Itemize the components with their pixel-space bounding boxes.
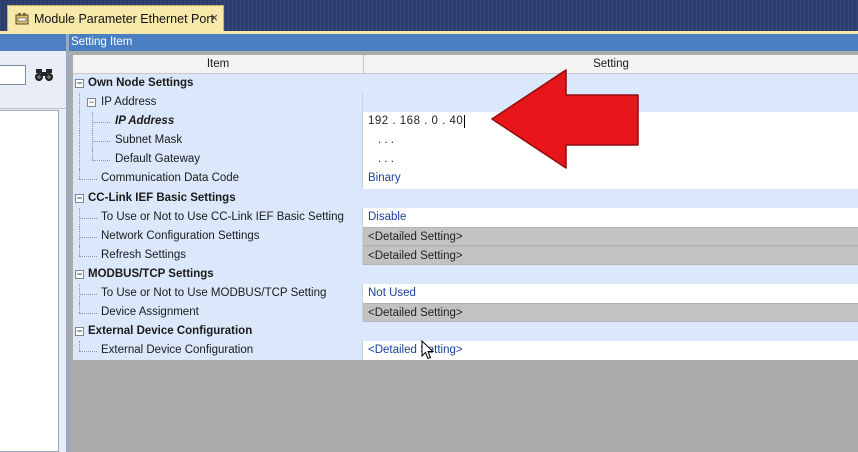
param-label: To Use or Not to Use MODBUS/TCP Setting (101, 287, 327, 300)
param-label: Refresh Settings (101, 248, 187, 261)
document-tab[interactable]: Module Parameter Ethernet Port × (7, 5, 224, 31)
param-row-ip-address[interactable]: IP Address 192 . 168 . 0 . 40 (73, 112, 858, 132)
search-input[interactable] (0, 65, 26, 85)
left-panel-header (0, 34, 66, 51)
communication-data-code-select[interactable]: Binary (363, 169, 858, 189)
param-label: Network Configuration Settings (101, 229, 260, 242)
param-label: To Use or Not to Use CC-Link IEF Basic S… (101, 210, 344, 223)
column-header-row: Item Setting (73, 55, 858, 74)
param-row-communication-data-code[interactable]: Communication Data Code Binary (73, 169, 858, 189)
cc-link-use-select[interactable]: Disable (363, 207, 858, 227)
param-row-refresh-settings[interactable]: Refresh Settings <Detailed Setting> (73, 245, 858, 265)
param-row-default-gateway[interactable]: Default Gateway . . . (73, 150, 858, 170)
param-label: IP Address (115, 115, 175, 128)
category-label: CC-Link IEF Basic Settings (88, 191, 236, 204)
param-row-subnet-mask[interactable]: Subnet Mask . . . (73, 131, 858, 151)
collapse-toggle-icon[interactable]: − (87, 98, 96, 108)
text-caret (464, 114, 466, 128)
close-icon[interactable]: × (210, 11, 218, 25)
category-label: Own Node Settings (88, 77, 194, 89)
param-label: Default Gateway (115, 153, 201, 166)
collapse-toggle-icon[interactable]: − (75, 193, 84, 203)
group-row-ip-address[interactable]: − IP Address (73, 93, 858, 113)
category-row-cc-link[interactable]: − CC-Link IEF Basic Settings (73, 188, 858, 208)
collapse-toggle-icon[interactable]: − (75, 269, 84, 279)
mouse-cursor-icon (421, 340, 435, 360)
collapse-toggle-icon[interactable]: − (75, 327, 84, 337)
param-row-cc-link-use[interactable]: To Use or Not to Use CC-Link IEF Basic S… (73, 207, 858, 227)
modbus-use-select[interactable]: Not Used (363, 284, 858, 304)
category-row-modbus[interactable]: − MODBUS/TCP Settings (73, 264, 858, 285)
left-panel (0, 34, 66, 452)
param-label: Subnet Mask (115, 134, 183, 147)
param-label: External Device Configuration (101, 344, 254, 357)
category-label: External Device Configuration (88, 325, 253, 338)
param-row-device-assignment[interactable]: Device Assignment <Detailed Setting> (73, 303, 858, 323)
setting-panel: Setting Item Item Setting − Own Node Set… (66, 34, 858, 452)
param-row-external-device-configuration[interactable]: External Device Configuration <Detailed … (73, 341, 858, 361)
find-button[interactable] (33, 64, 55, 86)
binoculars-icon (35, 69, 53, 81)
document-tab-title: Module Parameter Ethernet Port (34, 11, 214, 26)
column-header-item[interactable]: Item (73, 55, 364, 73)
network-configuration-detailed-button[interactable]: <Detailed Setting> (363, 226, 858, 246)
setting-item-header: Setting Item (69, 34, 858, 51)
category-row-external-device[interactable]: − External Device Configuration (73, 322, 858, 342)
parameter-grid: Item Setting − Own Node Settings − IP Ad… (73, 55, 858, 361)
collapse-toggle-icon[interactable]: − (75, 79, 84, 88)
red-arrow-icon (491, 69, 639, 169)
param-row-network-configuration[interactable]: Network Configuration Settings <Detailed… (73, 226, 858, 246)
param-row-modbus-use[interactable]: To Use or Not to Use MODBUS/TCP Setting … (73, 284, 858, 304)
refresh-settings-detailed-button[interactable]: <Detailed Setting> (363, 245, 858, 265)
left-panel-divider (0, 108, 66, 109)
group-label: IP Address (101, 96, 157, 109)
setting-item-tree[interactable] (0, 110, 59, 452)
external-device-configuration-link[interactable]: <Detailed Setting> (363, 341, 858, 361)
device-assignment-detailed-button[interactable]: <Detailed Setting> (363, 303, 858, 323)
category-row-own-node[interactable]: − Own Node Settings (73, 74, 858, 94)
module-parameter-icon (14, 11, 30, 27)
category-label: MODBUS/TCP Settings (88, 267, 214, 280)
param-label: Device Assignment (101, 306, 199, 319)
param-label: Communication Data Code (101, 172, 240, 185)
